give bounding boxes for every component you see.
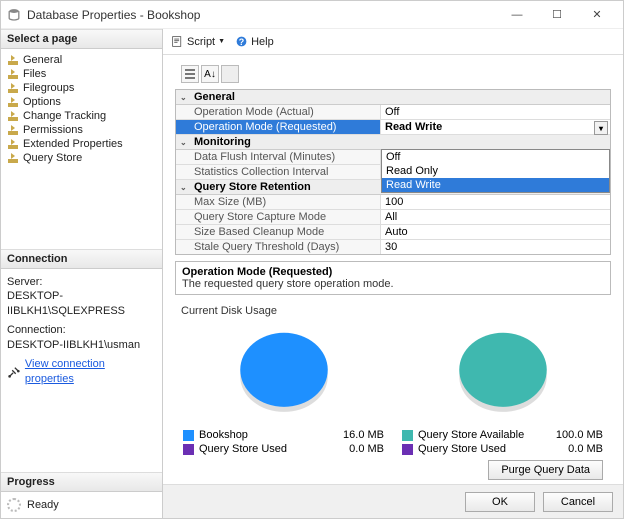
dropdown-arrow-icon[interactable]: ▾ bbox=[594, 121, 608, 135]
progress-panel: Ready bbox=[1, 492, 162, 518]
page-icon bbox=[7, 82, 19, 94]
purge-query-data-button[interactable]: Purge Query Data bbox=[488, 460, 603, 480]
svg-text:?: ? bbox=[239, 37, 244, 47]
page-icon bbox=[7, 110, 19, 122]
chevron-down-icon: ⌄ bbox=[180, 93, 190, 102]
swatch-icon bbox=[183, 444, 194, 455]
sidebar-item-query-store[interactable]: Query Store bbox=[3, 151, 160, 165]
legend-item: Query Store Used0.0 MB bbox=[183, 442, 384, 456]
help-icon: ? bbox=[235, 35, 248, 48]
window-title: Database Properties - Bookshop bbox=[27, 8, 497, 22]
legend-item: Query Store Available100.0 MB bbox=[402, 428, 603, 442]
connection-icon bbox=[7, 365, 21, 379]
prop-row[interactable]: Size Based Cleanup ModeAuto bbox=[176, 225, 610, 240]
page-icon bbox=[7, 152, 19, 164]
sidebar-item-permissions[interactable]: Permissions bbox=[3, 123, 160, 137]
prop-row[interactable]: Stale Query Threshold (Days)30 bbox=[176, 240, 610, 254]
page-icon bbox=[7, 68, 19, 80]
sidebar-item-general[interactable]: General bbox=[3, 53, 160, 67]
swatch-icon bbox=[402, 444, 413, 455]
progress-header: Progress bbox=[1, 472, 162, 492]
script-button[interactable]: Script ▼ bbox=[171, 35, 225, 48]
legend-item: Bookshop16.0 MB bbox=[183, 428, 384, 442]
disk-usage-section: Current Disk Usage Bookshop16.0 MBQuery … bbox=[175, 301, 611, 480]
page-icon bbox=[7, 54, 19, 66]
dropdown-item[interactable]: Read Only bbox=[382, 164, 609, 178]
pie-icon bbox=[443, 321, 563, 422]
property-description: Operation Mode (Requested) The requested… bbox=[175, 261, 611, 295]
server-label: Server: bbox=[7, 275, 156, 290]
dialog-window: Database Properties - Bookshop — ☐ ✕ Sel… bbox=[0, 0, 624, 519]
propgrid-toolbar: A↓ bbox=[181, 65, 611, 83]
sidebar-item-options[interactable]: Options bbox=[3, 95, 160, 109]
ok-button[interactable]: OK bbox=[465, 492, 535, 512]
sidebar-item-files[interactable]: Files bbox=[3, 67, 160, 81]
cancel-button[interactable]: Cancel bbox=[543, 492, 613, 512]
category-monitoring[interactable]: ⌄Monitoring bbox=[176, 135, 610, 150]
titlebar: Database Properties - Bookshop — ☐ ✕ bbox=[1, 1, 623, 29]
dropdown-item[interactable]: Read Write bbox=[382, 178, 609, 192]
help-button[interactable]: ? Help bbox=[235, 35, 274, 48]
script-icon bbox=[171, 35, 184, 48]
page-icon bbox=[7, 96, 19, 108]
sidebar-item-extended-properties[interactable]: Extended Properties bbox=[3, 137, 160, 151]
swatch-icon bbox=[183, 430, 194, 441]
close-button[interactable]: ✕ bbox=[577, 2, 617, 28]
prop-row[interactable]: Operation Mode (Actual)Off bbox=[176, 105, 610, 120]
chart-legend: Query Store Available100.0 MBQuery Store… bbox=[402, 428, 603, 456]
view-connection-properties-link[interactable]: View connection properties bbox=[25, 357, 156, 387]
prop-row[interactable]: Operation Mode (Requested)Read Write▾ bbox=[176, 120, 610, 135]
chevron-down-icon: ⌄ bbox=[180, 183, 190, 192]
propgrid-tool-3[interactable] bbox=[221, 65, 239, 83]
page-icon bbox=[7, 138, 19, 150]
select-page-header: Select a page bbox=[1, 29, 162, 49]
pie-icon bbox=[224, 321, 344, 422]
categorized-button[interactable] bbox=[181, 65, 199, 83]
server-value: DESKTOP-IIBLKH1\SQLEXPRESS bbox=[7, 289, 156, 319]
main-panel: Script ▼ ? Help A↓ ⌄GeneralOperation Mod… bbox=[163, 29, 623, 518]
prop-row[interactable]: Max Size (MB)100 bbox=[176, 195, 610, 210]
prop-row[interactable]: Data Flush Interval (Minutes)OffRead Onl… bbox=[176, 150, 610, 165]
pie-chart-1: Query Store Available100.0 MBQuery Store… bbox=[402, 319, 603, 456]
pie-chart-0: Bookshop16.0 MBQuery Store Used0.0 MB bbox=[183, 319, 384, 456]
prop-row[interactable]: Query Store Capture ModeAll bbox=[176, 210, 610, 225]
connection-header: Connection bbox=[1, 249, 162, 269]
category-general[interactable]: ⌄General bbox=[176, 90, 610, 105]
sidebar-item-change-tracking[interactable]: Change Tracking bbox=[3, 109, 160, 123]
maximize-button[interactable]: ☐ bbox=[537, 2, 577, 28]
sidebar-item-filegroups[interactable]: Filegroups bbox=[3, 81, 160, 95]
progress-status: Ready bbox=[27, 499, 59, 511]
database-icon bbox=[7, 8, 21, 22]
progress-spinner-icon bbox=[7, 498, 21, 512]
connection-label: Connection: bbox=[7, 323, 156, 338]
legend-item: Query Store Used0.0 MB bbox=[402, 442, 603, 456]
connection-value: DESKTOP-IIBLKH1\usman bbox=[7, 338, 156, 353]
page-list: GeneralFilesFilegroupsOptionsChange Trac… bbox=[1, 49, 162, 169]
disk-usage-title: Current Disk Usage bbox=[181, 305, 611, 317]
operation-mode-dropdown[interactable]: OffRead OnlyRead Write bbox=[381, 149, 610, 193]
dropdown-item[interactable]: Off bbox=[382, 150, 609, 164]
property-grid[interactable]: ⌄GeneralOperation Mode (Actual)OffOperat… bbox=[175, 89, 611, 255]
toolbar: Script ▼ ? Help bbox=[163, 29, 623, 55]
desc-title: Operation Mode (Requested) bbox=[182, 266, 604, 278]
chart-legend: Bookshop16.0 MBQuery Store Used0.0 MB bbox=[183, 428, 384, 456]
swatch-icon bbox=[402, 430, 413, 441]
connection-panel: Server: DESKTOP-IIBLKH1\SQLEXPRESS Conne… bbox=[1, 269, 162, 393]
dialog-footer: OK Cancel bbox=[163, 484, 623, 518]
minimize-button[interactable]: — bbox=[497, 2, 537, 28]
alphabetical-button[interactable]: A↓ bbox=[201, 65, 219, 83]
desc-text: The requested query store operation mode… bbox=[182, 278, 604, 290]
page-icon bbox=[7, 124, 19, 136]
sidebar: Select a page GeneralFilesFilegroupsOpti… bbox=[1, 29, 163, 518]
chevron-down-icon: ⌄ bbox=[180, 138, 190, 147]
